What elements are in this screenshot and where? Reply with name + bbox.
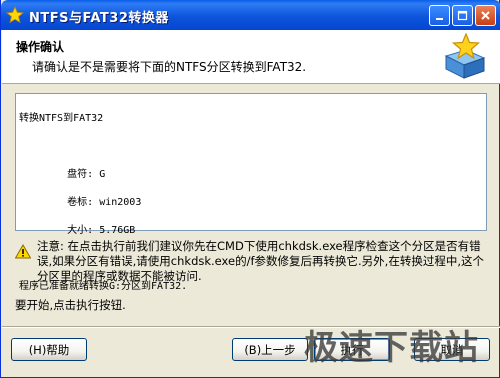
minimize-icon <box>436 18 443 20</box>
maximize-icon <box>457 10 468 21</box>
details-drive: 盘符: G <box>19 169 106 180</box>
details-size: 大小: 5.76GB <box>19 225 136 236</box>
close-icon <box>481 11 490 20</box>
header-subtitle: 请确认是不是需要将下面的NTFS分区转换到FAT32. <box>32 60 307 74</box>
minimize-button[interactable] <box>429 5 450 26</box>
close-button[interactable] <box>475 5 496 26</box>
conversion-details-box[interactable]: 转换NTFS到FAT32 盘符: G 卷标: win2003 大小: 5.76G… <box>15 93 487 292</box>
wizard-header: 操作确认 请确认是不是需要将下面的NTFS分区转换到FAT32. <box>2 30 500 84</box>
maximize-button[interactable] <box>452 5 473 26</box>
watermark-logo: 极速下载站 <box>304 328 479 368</box>
help-button[interactable]: (H)帮助 <box>11 338 87 361</box>
back-button[interactable]: (B)上一步 <box>232 338 308 361</box>
instruction-text: 要开始,点击执行按钮. <box>15 298 126 312</box>
details-label: 卷标: win2003 <box>19 197 142 208</box>
details-line-blank <box>19 140 483 154</box>
title-bar[interactable]: NTFS与FAT32转换器 <box>1 0 500 30</box>
window-title: NTFS与FAT32转换器 <box>29 11 169 26</box>
dialog-window: NTFS与FAT32转换器 操作确认 请确认是不是需要将下面的NTFS分区转换到… <box>0 0 500 378</box>
box-star-icon <box>444 32 486 79</box>
warning-text: 注意: 在点击执行前我们建议你先在CMD下使用chkdsk.exe程序检查这个分… <box>37 239 484 283</box>
header-title: 操作确认 <box>16 40 65 54</box>
star-app-icon <box>6 6 24 24</box>
details-line-title: 转换NTFS到FAT32 <box>19 113 104 124</box>
warning-icon <box>15 244 31 259</box>
